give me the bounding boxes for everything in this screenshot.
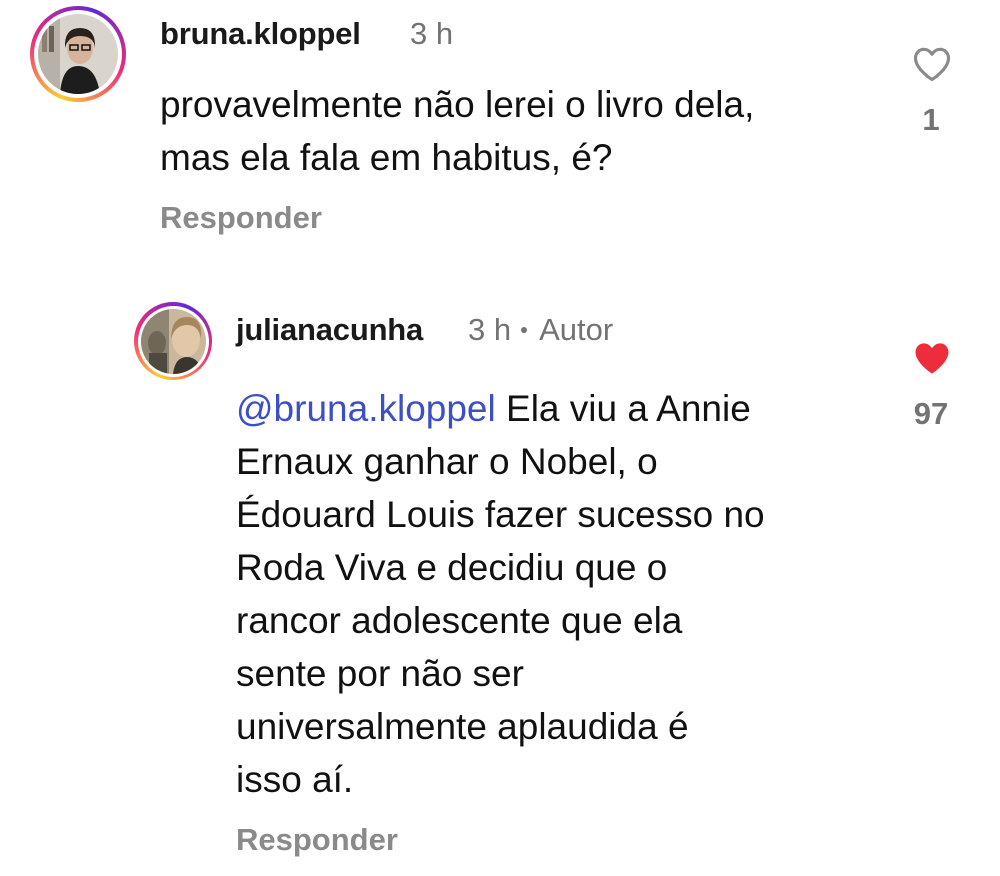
like-button[interactable] xyxy=(910,42,954,86)
comment-text: @bruna.kloppel Ela viu a Annie Ernaux ga… xyxy=(236,382,765,806)
like-count: 97 xyxy=(913,396,949,431)
reply-button[interactable]: Responder xyxy=(236,822,398,858)
profile-photo-icon xyxy=(140,308,206,374)
comment-text: provavelmente não lerei o livro dela, ma… xyxy=(160,78,754,184)
comment-timestamp: 3 h xyxy=(468,312,512,347)
comment-username[interactable]: julianacunha xyxy=(236,312,423,348)
like-button[interactable] xyxy=(910,336,954,380)
author-badge: Autor xyxy=(539,312,614,347)
avatar[interactable] xyxy=(30,6,126,102)
comment-text-line: sente por não ser xyxy=(236,653,524,694)
comment-text-line: Ela viu a Annie xyxy=(495,388,751,429)
comment-username[interactable]: bruna.kloppel xyxy=(160,16,361,52)
comment-text-line: universalmente aplaudida é xyxy=(236,706,689,747)
comment-text-line: Roda Viva e decidiu que o xyxy=(236,547,668,588)
mention-link[interactable]: @bruna.kloppel xyxy=(236,388,496,429)
comment-timestamp: 3 h xyxy=(410,16,454,51)
comment-text-line: rancor adolescente que ela xyxy=(236,600,683,641)
comment-text-line: Édouard Louis fazer sucesso no xyxy=(236,494,765,535)
like-count: 1 xyxy=(922,102,940,137)
comment-text-line: provavelmente não lerei o livro dela, xyxy=(160,84,755,125)
comment-text-line: isso aí. xyxy=(236,759,354,800)
profile-photo-icon xyxy=(38,14,118,94)
heart-outline-icon xyxy=(913,47,951,82)
heart-filled-icon xyxy=(915,343,949,374)
comment-text-line: Ernaux ganhar o Nobel, o xyxy=(236,441,658,482)
comment-meta: 3 h Autor xyxy=(468,312,613,348)
comments-thread: bruna.kloppel 3 h provavelmente não lere… xyxy=(0,0,1000,876)
separator-dot xyxy=(521,326,528,333)
comment-text-line: mas ela fala em habitus, é? xyxy=(160,137,613,178)
avatar[interactable] xyxy=(134,302,212,380)
reply-button[interactable]: Responder xyxy=(160,200,322,236)
